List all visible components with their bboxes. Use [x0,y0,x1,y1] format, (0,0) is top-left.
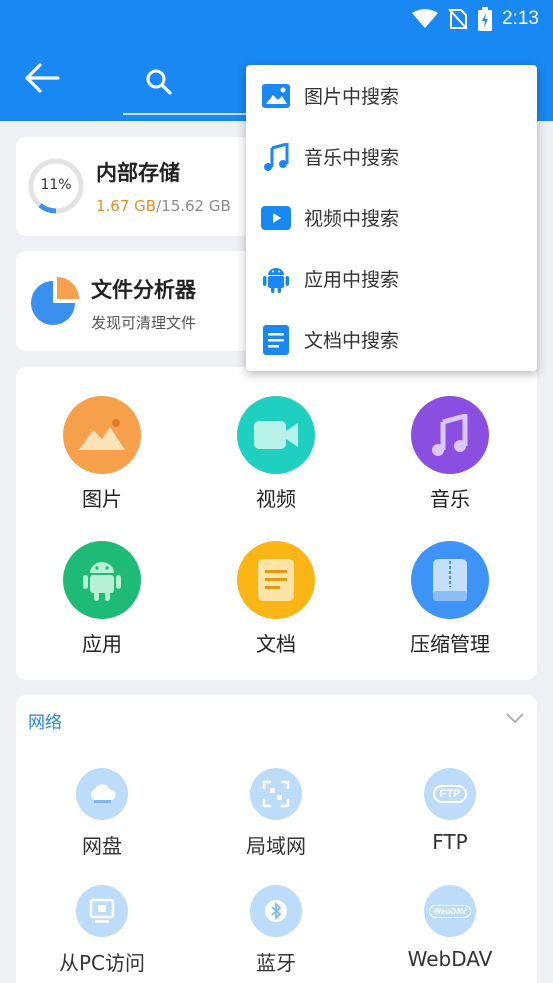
menu-item-label: 文档中搜索 [304,330,400,352]
pie-chart-icon [31,277,79,325]
lan-icon [250,768,302,820]
arrow-left-icon [25,63,60,93]
category-label: 音乐 [430,487,470,511]
category-grid: 图片 视频 音乐 应用 文档 压缩管理 [16,367,537,680]
network-webdav[interactable]: WebDAV WebDAV [385,885,515,971]
network-label: 从PC访问 [58,951,146,975]
category-images[interactable]: 图片 [42,396,162,512]
ftp-icon: FTP [424,768,476,820]
webdav-icon-text: WebDAV [429,904,471,918]
pc-icon [76,885,128,937]
category-music[interactable]: 音乐 [390,396,510,512]
bluetooth-icon [250,885,302,937]
storage-usage-text: 1.67 GB/15.62 GB [96,197,231,215]
chevron-down-icon[interactable] [505,712,525,724]
category-apps[interactable]: 应用 [42,541,162,657]
menu-item-label: 应用中搜索 [304,269,400,291]
network-title: 网络 [28,713,62,733]
status-bar: 2:13 [412,6,539,32]
search-icon [146,69,172,95]
analyzer-title: 文件分析器 [91,278,196,302]
network-cloud-drive[interactable]: 网盘 [37,768,167,859]
document-icon [261,324,291,355]
menu-item-search-music[interactable]: 音乐中搜索 [246,126,537,187]
category-label: 视频 [256,487,296,511]
image-icon [261,81,291,111]
network-pc-access[interactable]: 从PC访问 [37,885,167,976]
storage-total: 15.62 GB [161,197,231,215]
search-scope-menu: 图片中搜索 音乐中搜索 视频中搜索 应用中搜索 文档中搜索 [246,65,537,371]
menu-item-search-documents[interactable]: 文档中搜索 [246,309,537,370]
back-button[interactable] [24,62,64,98]
image-icon [63,396,141,474]
menu-item-search-videos[interactable]: 视频中搜索 [246,187,537,248]
network-lan[interactable]: 局域网 [211,768,341,859]
network-label: FTP [432,830,468,854]
category-videos[interactable]: 视频 [216,396,336,512]
network-label: 局域网 [246,834,306,858]
cloud-icon [76,768,128,820]
menu-item-label: 音乐中搜索 [304,147,400,169]
network-label: 网盘 [82,834,122,858]
menu-item-label: 图片中搜索 [304,86,400,108]
network-bluetooth[interactable]: 蓝牙 [211,885,341,976]
wifi-icon [412,9,439,28]
video-icon [237,396,315,474]
menu-item-search-images[interactable]: 图片中搜索 [246,65,537,126]
battery-charging-icon [478,7,493,31]
ftp-icon-text: FTP [432,785,468,803]
menu-item-search-apps[interactable]: 应用中搜索 [246,248,537,309]
search-input[interactable] [123,60,253,115]
category-label: 图片 [82,487,122,511]
category-archives[interactable]: 压缩管理 [390,541,510,657]
network-ftp[interactable]: FTP FTP [385,768,515,854]
network-label: WebDAV [407,947,493,971]
network-label: 蓝牙 [256,951,296,975]
storage-percent: 11% [40,177,72,193]
menu-item-label: 视频中搜索 [304,208,400,230]
archive-icon [411,541,489,619]
music-icon [411,396,489,474]
category-label: 应用 [82,632,122,656]
network-section: 网络 网盘 局域网 FTP FTP 从PC访问 蓝牙 WebDAV WebDAV [16,695,537,983]
storage-used: 1.67 GB [96,197,157,215]
category-label: 文档 [256,632,296,656]
android-icon [261,264,291,294]
analyzer-subtitle: 发现可清理文件 [91,314,197,332]
category-documents[interactable]: 文档 [216,541,336,657]
status-time: 2:13 [502,8,539,29]
category-label: 压缩管理 [410,632,490,656]
document-icon [237,541,315,619]
webdav-icon: WebDAV [424,885,476,937]
android-icon [63,541,141,619]
no-sim-icon [448,8,468,30]
storage-title: 内部存储 [96,161,180,185]
video-play-icon [261,203,291,233]
music-note-icon [261,142,291,172]
